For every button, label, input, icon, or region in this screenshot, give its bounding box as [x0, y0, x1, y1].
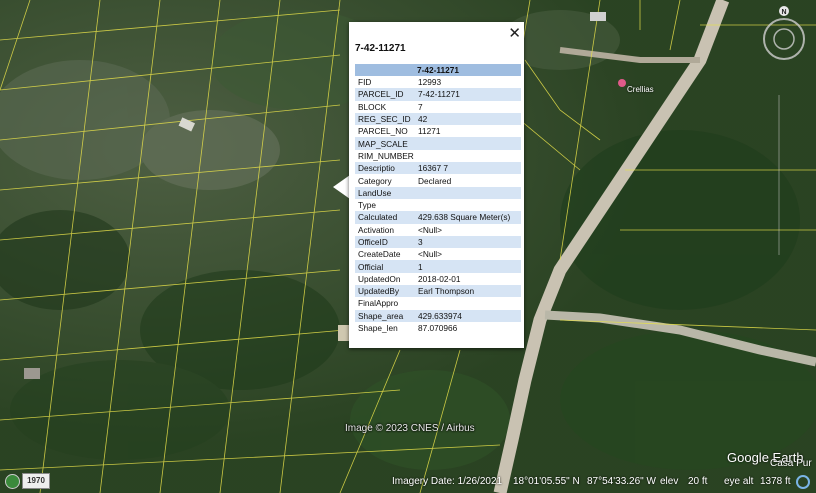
compass-icon[interactable]: N — [756, 5, 812, 61]
compass-north-label: N — [781, 9, 786, 16]
table-row: PARCEL_ID 7-42-11271 — [355, 88, 521, 101]
elevation-value: 20 ft — [688, 476, 708, 487]
info-popup: ✕ 7-42-11271 7-42-11271 FID 12993 PARCEL_I… — [349, 22, 524, 348]
table-row: Activation <Null> — [355, 224, 521, 236]
attribute-value: 42 — [415, 112, 521, 126]
attribute-key: MAP_SCALE — [355, 137, 415, 150]
table-row: REG_SEC_ID 42 — [355, 112, 521, 126]
eye-alt-value: 1378 ft — [760, 476, 791, 487]
attribute-key: Descriptio — [355, 162, 415, 175]
imagery-copyright: Image © 2023 CNES / Airbus — [345, 423, 475, 434]
attribute-key: Type — [358, 200, 376, 211]
attribute-key: Shape_len — [358, 323, 398, 334]
table-row: PARCEL_NO 11271 — [355, 125, 521, 137]
attribute-value: 7-42-11271 — [415, 88, 521, 101]
attribute-value: 16367 7 — [415, 162, 521, 175]
attribute-value: Declared — [418, 175, 452, 186]
attribute-value: 7 — [418, 101, 423, 112]
historical-imagery-icon[interactable] — [5, 474, 20, 489]
attribute-value: 3 — [415, 235, 521, 249]
attribute-value: 429.638 Square Meter(s) — [415, 211, 521, 224]
attribute-value — [415, 150, 521, 162]
attribute-key: LandUse — [355, 186, 415, 199]
attribute-value: 87.070966 — [418, 323, 458, 334]
close-icon[interactable]: ✕ — [508, 24, 521, 42]
attribute-key: FID — [358, 77, 372, 88]
streaming-status-icon — [796, 475, 810, 489]
attribute-key: Shape_area — [355, 309, 415, 322]
longitude: 87°54'33.26" W — [587, 476, 656, 487]
imagery-date: Imagery Date: 1/26/2021 — [392, 476, 503, 487]
attribute-key: FinalAppro — [358, 298, 399, 309]
latitude: 18°01'05.55" N — [513, 476, 580, 487]
zoom-slider[interactable] — [774, 95, 784, 255]
table-row: CreateDate <Null> — [355, 248, 521, 260]
attribute-key: UpdatedOn — [358, 273, 401, 284]
eye-alt-label: eye alt — [724, 476, 754, 487]
attribute-value: Earl Thompson — [415, 285, 521, 298]
attribute-value: 429.633974 — [415, 309, 521, 322]
place-label-casa[interactable]: Casa Pur — [770, 458, 812, 469]
attribute-key: RIM_NUMBER — [358, 150, 414, 161]
table-row: FinalAppro — [355, 297, 521, 309]
popup-pointer — [333, 175, 350, 199]
attribute-value: 1 — [415, 260, 521, 273]
status-bar: Imagery Date: 1/26/2021 18°01'05.55" N 8… — [0, 471, 816, 493]
building — [24, 368, 40, 379]
attribute-key: OfficeID — [355, 235, 415, 249]
attribute-value — [415, 297, 521, 309]
table-row: Shape_len 87.070966 — [355, 322, 521, 334]
attribute-key: REG_SEC_ID — [355, 112, 415, 126]
table-row: Official 1 — [355, 260, 521, 273]
attribute-value — [415, 186, 521, 199]
table-row: UpdatedBy Earl Thompson — [355, 285, 521, 298]
attribute-key: PARCEL_ID — [355, 88, 415, 101]
table-row: OfficeID 3 — [355, 235, 521, 249]
table-row: Calculated 429.638 Square Meter(s) — [355, 211, 521, 224]
attribute-key: Category — [358, 175, 392, 186]
attribute-value: 12993 — [418, 77, 442, 88]
attribute-value — [415, 137, 521, 150]
elevation-label: elev — [660, 476, 679, 487]
popup-title: 7-42-11271 — [355, 43, 406, 54]
attribute-key: Activation — [358, 224, 394, 235]
table-row: FID 12993 — [355, 76, 521, 88]
attribute-value — [415, 199, 521, 211]
attribute-key: UpdatedBy — [355, 285, 415, 298]
table-row: BLOCK 7 — [355, 101, 521, 113]
year-badge[interactable]: 1970 — [22, 473, 50, 489]
attribute-value: 2018-02-01 — [418, 273, 461, 284]
table-row: RIM_NUMBER — [355, 150, 521, 162]
attribute-key: CreateDate — [358, 249, 401, 260]
table-row: LandUse — [355, 186, 521, 199]
attribute-key: Calculated — [355, 211, 415, 224]
table-header: 7-42-11271 — [355, 64, 521, 76]
attribute-key: PARCEL_NO — [358, 126, 408, 137]
table-row: Type — [355, 199, 521, 211]
table-row: MAP_SCALE — [355, 137, 521, 150]
attribute-key: Official — [355, 260, 415, 273]
table-row: UpdatedOn 2018-02-01 — [355, 273, 521, 285]
table-row: Shape_area 429.633974 — [355, 309, 521, 322]
table-row: Category Declared — [355, 174, 521, 186]
table-row: Descriptio 16367 7 — [355, 162, 521, 175]
place-marker-icon[interactable] — [618, 79, 626, 87]
place-label[interactable]: Crellias — [627, 85, 654, 94]
attribute-value: <Null> — [418, 224, 442, 235]
attribute-value: <Null> — [418, 249, 442, 260]
attribute-value: 11271 — [418, 126, 441, 137]
attribute-table: 7-42-11271 FID 12993 PARCEL_ID 7-42-11271 BL… — [355, 64, 521, 334]
building — [590, 12, 606, 21]
attribute-key: BLOCK — [358, 101, 387, 112]
